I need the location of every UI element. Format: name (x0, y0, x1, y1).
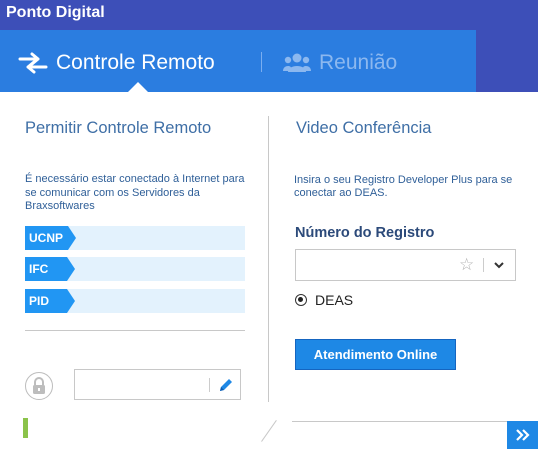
password-input[interactable] (74, 369, 241, 400)
double-chevron-right-icon (515, 429, 530, 441)
deas-radio-label[interactable]: DEAS (315, 292, 353, 308)
registro-label: Número do Registro (295, 225, 435, 241)
registro-combobox[interactable]: ☆ (295, 249, 516, 281)
bottom-line (292, 421, 538, 422)
tab-separator (261, 52, 262, 72)
lock-icon (25, 372, 53, 400)
tab-reuniao-label: Reunião (319, 51, 398, 74)
left-section-title: Permitir Controle Remoto (25, 119, 212, 137)
active-tab-pointer (128, 82, 148, 92)
left-section-description: É necessário estar conectado à Internet … (25, 173, 245, 212)
pid-field[interactable]: PID (25, 289, 245, 313)
pencil-icon[interactable] (218, 377, 234, 393)
users-icon (283, 53, 311, 72)
left-divider (25, 330, 245, 331)
star-icon[interactable]: ☆ (459, 255, 474, 275)
tab-reuniao[interactable]: Reunião (283, 49, 397, 77)
ifc-tag: IFC (25, 257, 75, 281)
atendimento-online-button[interactable]: Atendimento Online (295, 339, 456, 370)
registro-separator (483, 258, 484, 272)
right-section-description: Insira o seu Registro Developer Plus par… (294, 174, 513, 199)
pid-tag: PID (25, 289, 75, 313)
deas-radio[interactable] (295, 294, 307, 306)
right-section-title: Video Conferência (296, 119, 432, 137)
ucnp-field[interactable]: UCNP (25, 226, 245, 250)
password-input-separator (209, 378, 210, 392)
connection-status-indicator (23, 418, 28, 438)
window-title: Ponto Digital (6, 4, 105, 21)
column-divider (268, 116, 269, 402)
tab-controle-remoto[interactable]: Controle Remoto (18, 49, 215, 77)
title-bar: Ponto Digital (0, 0, 538, 30)
chevron-down-icon[interactable] (493, 259, 505, 271)
ifc-field[interactable]: IFC (25, 257, 245, 281)
tab-controle-remoto-label: Controle Remoto (56, 51, 215, 74)
ucnp-tag: UCNP (25, 226, 76, 250)
tab-bar-inner: Controle Remoto Reunião (0, 30, 476, 92)
next-button[interactable] (507, 421, 538, 449)
arrows-exchange-icon (18, 52, 48, 74)
tab-bar: Controle Remoto Reunião (0, 30, 538, 92)
